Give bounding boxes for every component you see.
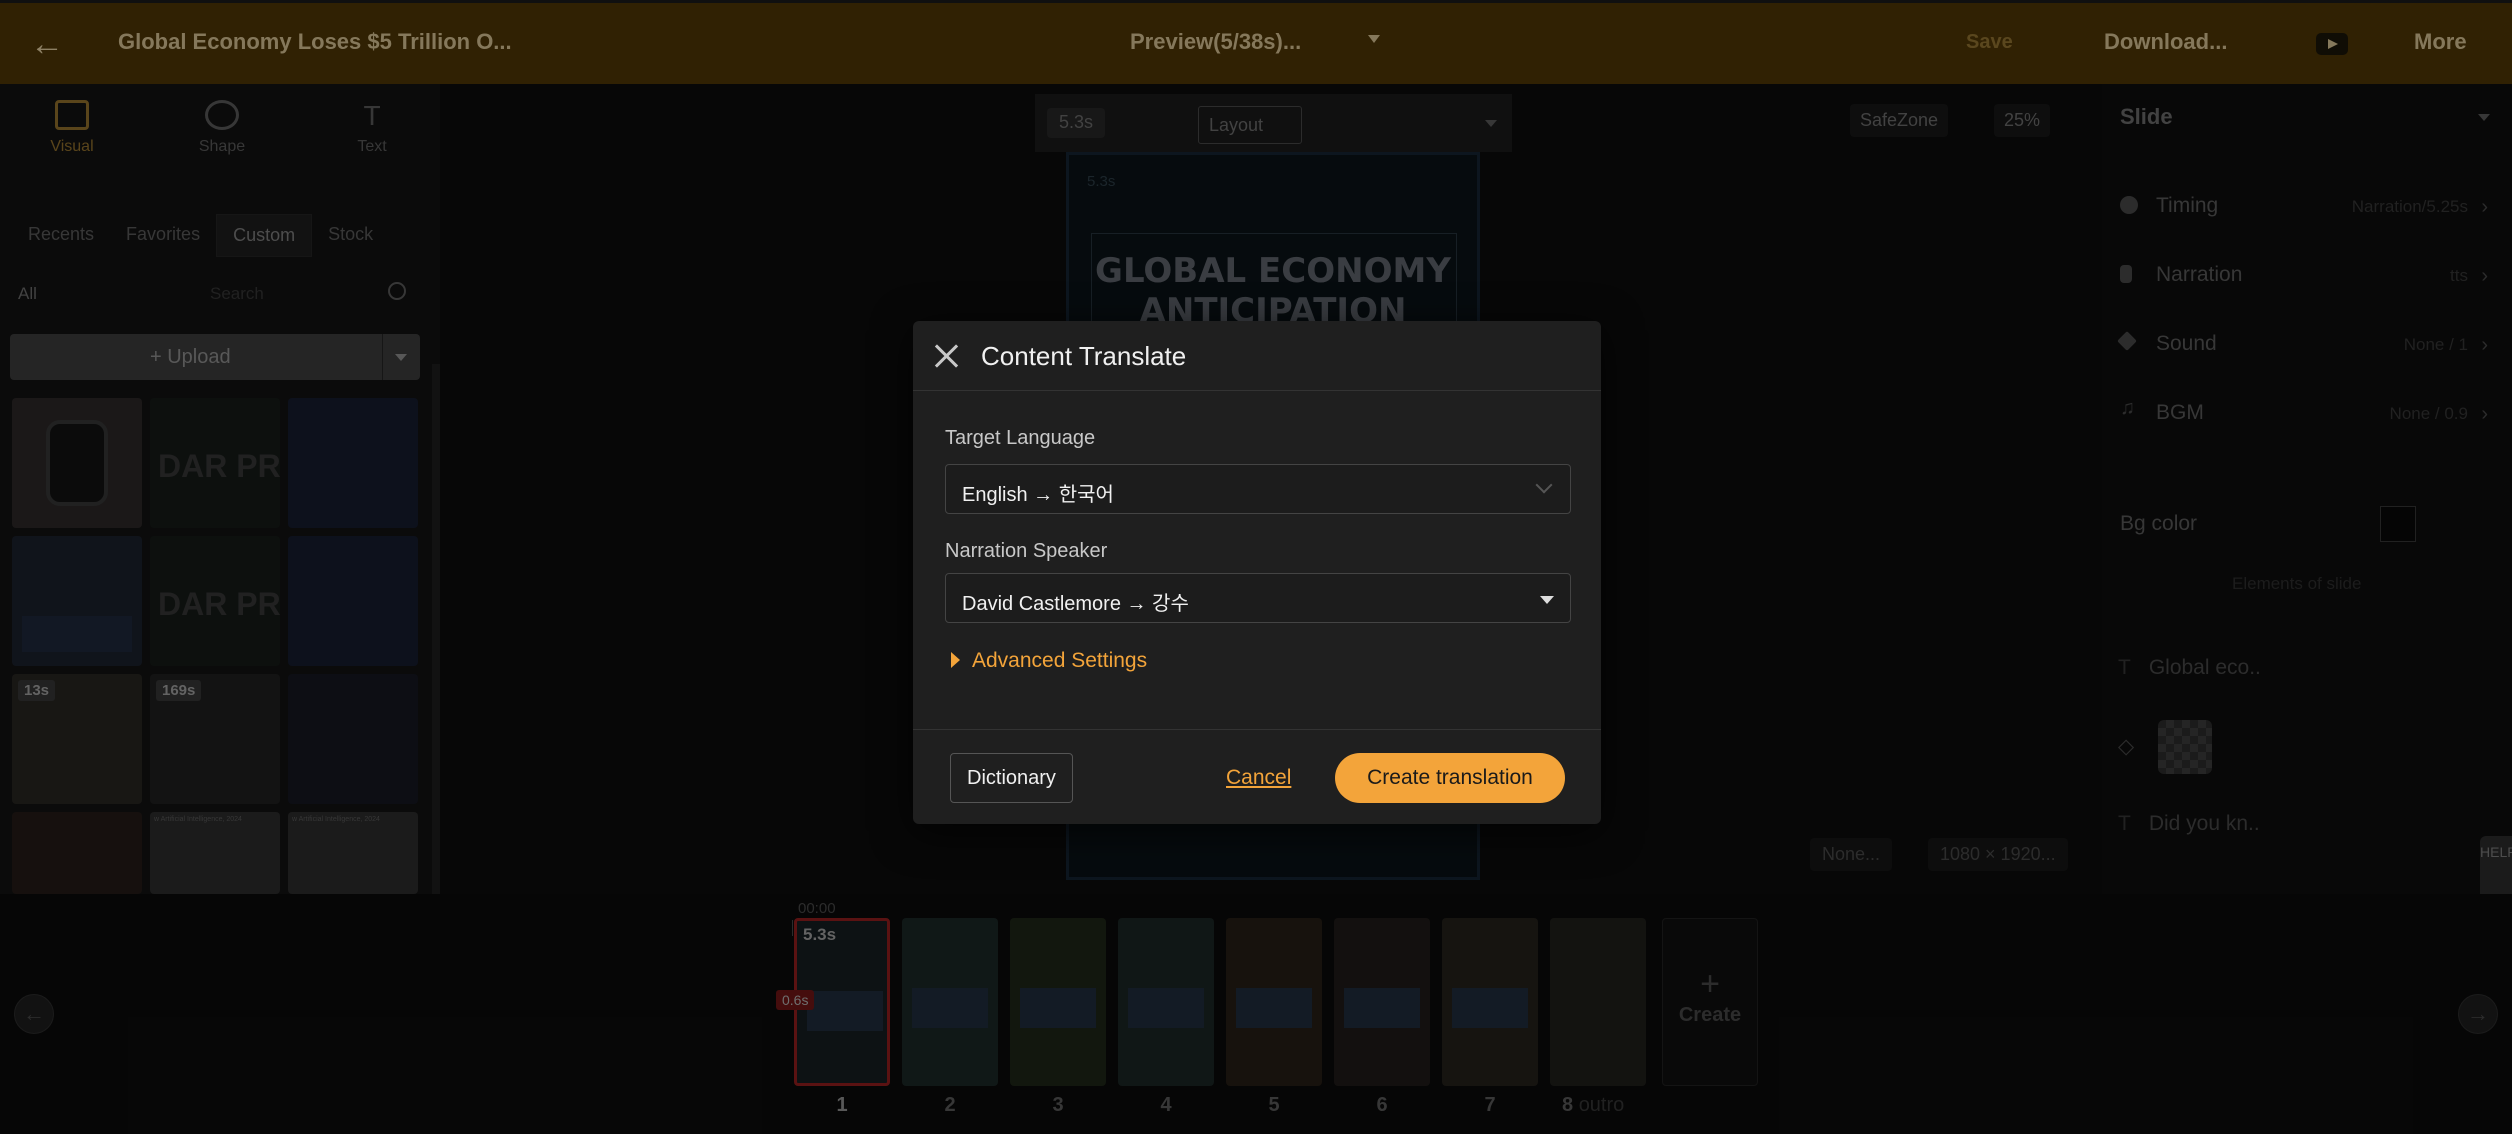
advanced-settings-toggle[interactable]: Advanced Settings xyxy=(951,649,1147,673)
dialog-header: Content Translate xyxy=(913,321,1601,391)
target-language-label: Target Language xyxy=(945,427,1096,449)
narration-speaker-select[interactable]: David Castlemore → 강수 xyxy=(945,573,1571,623)
narration-speaker-label: Narration Speaker xyxy=(945,540,1108,562)
create-translation-button[interactable]: Create translation xyxy=(1335,753,1565,803)
app-root: ← Global Economy Loses $5 Trillion O... … xyxy=(0,0,2512,1134)
caret-right-icon xyxy=(951,652,960,668)
narration-speaker-value: David Castlemore → 강수 xyxy=(962,593,1189,615)
target-language-value: English → 한국어 xyxy=(962,484,1114,506)
advanced-settings-label: Advanced Settings xyxy=(972,649,1148,672)
dictionary-button[interactable]: Dictionary xyxy=(950,753,1073,803)
chevron-down-icon xyxy=(1535,476,1553,494)
close-icon[interactable] xyxy=(933,343,959,369)
content-translate-dialog: Content Translate Target Language Englis… xyxy=(913,321,1601,824)
dialog-footer: Dictionary Cancel Create translation xyxy=(913,729,1601,824)
target-language-select[interactable]: English → 한국어 xyxy=(945,464,1571,514)
dialog-title: Content Translate xyxy=(981,341,1187,371)
cancel-button[interactable]: Cancel xyxy=(1226,766,1291,790)
caret-down-icon xyxy=(1540,596,1554,604)
